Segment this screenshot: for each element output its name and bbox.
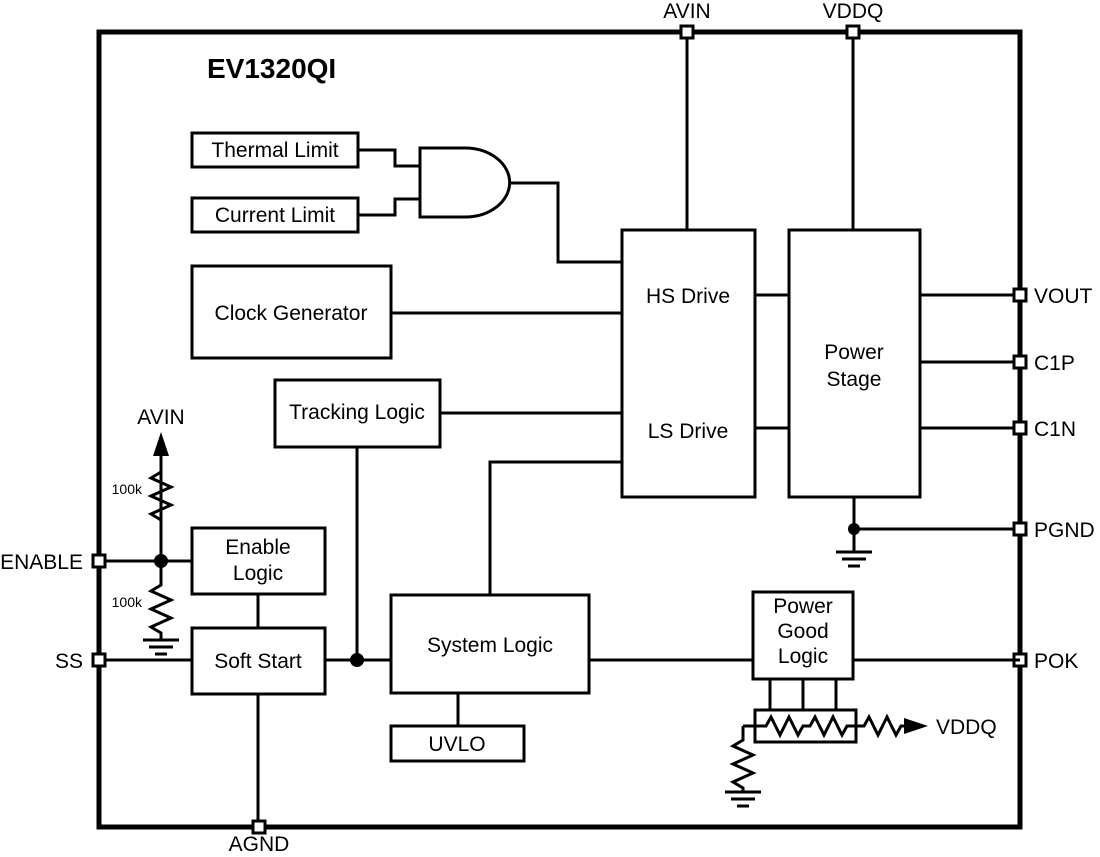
- resistor-ladder-ground: [729, 736, 757, 792]
- wire-thermal-to-and: [358, 148, 420, 168]
- pin-label-enable: ENABLE: [0, 551, 83, 574]
- wire-current-to-and: [358, 197, 420, 217]
- pin-square-enable[interactable]: [91, 553, 107, 569]
- pin-label-avin: AVIN: [663, 0, 710, 23]
- pin-label-vddq: VDDQ: [823, 0, 884, 23]
- block-label-ls-drive: LS Drive: [648, 420, 729, 443]
- internal-label-avin-rail: AVIN: [137, 406, 184, 429]
- block-label-system-logic: System Logic: [427, 634, 553, 657]
- block-diagram-canvas: EV1320QI AVIN VDDQ Thermal Limit Current…: [0, 0, 1100, 857]
- wire-systemlogic-to-lsdrive: [488, 460, 622, 595]
- block-label-tracking-logic: Tracking Logic: [289, 401, 425, 424]
- pin-label-pgnd: PGND: [1034, 519, 1095, 542]
- pin-square-vddq[interactable]: [845, 24, 861, 40]
- block-label-clock-generator: Clock Generator: [215, 302, 368, 325]
- diagram-svg: EV1320QI AVIN VDDQ Thermal Limit Current…: [0, 0, 1095, 856]
- pin-label-c1p: C1P: [1034, 352, 1075, 375]
- arrow-head-avin: [153, 432, 169, 456]
- pin-label-vout: VOUT: [1034, 285, 1093, 308]
- page-title: EV1320QI: [207, 53, 336, 84]
- internal-label-vddq-feedback: VDDQ: [936, 716, 997, 739]
- block-label-power-stage-line1: Power: [824, 341, 884, 364]
- and-gate: [418, 146, 512, 219]
- arrow-head-vddq-feedback: [904, 718, 928, 734]
- block-label-thermal-limit: Thermal Limit: [211, 139, 338, 162]
- block-label-enable-logic-line2: Logic: [233, 562, 283, 585]
- resistor-label-100k-bottom: 100k: [112, 594, 143, 610]
- block-label-uvlo: UVLO: [428, 733, 485, 756]
- junction-dot-enable: [154, 554, 168, 568]
- block-label-enable-logic-line1: Enable: [225, 536, 290, 559]
- pin-label-agnd: AGND: [229, 833, 290, 856]
- block-label-power-stage-line2: Stage: [827, 368, 882, 391]
- pin-label-c1n: C1N: [1034, 418, 1076, 441]
- pin-square-vout[interactable]: [1012, 287, 1028, 303]
- pin-square-pgnd[interactable]: [1012, 521, 1028, 537]
- resistor-ladder-3: [856, 713, 908, 739]
- pin-square-agnd[interactable]: [251, 819, 267, 835]
- pin-label-ss: SS: [55, 650, 83, 673]
- block-label-current-limit: Current Limit: [215, 204, 335, 227]
- block-label-power-good-line3: Logic: [778, 645, 828, 668]
- block-hs-ls-drive[interactable]: [620, 228, 757, 499]
- junction-dot-softstart: [350, 653, 364, 667]
- resistor-label-100k-top: 100k: [112, 481, 143, 497]
- pin-square-c1p[interactable]: [1012, 354, 1028, 370]
- resistor-100k-bottom: [147, 567, 175, 640]
- block-label-power-good-line2: Good: [777, 620, 828, 643]
- block-label-power-good-line1: Power: [773, 595, 833, 618]
- block-label-hs-drive: HS Drive: [646, 285, 730, 308]
- pin-label-pok: POK: [1034, 650, 1078, 673]
- pin-square-c1n[interactable]: [1012, 420, 1028, 436]
- wire-and-to-hsdrive: [509, 181, 622, 264]
- pin-square-ss[interactable]: [91, 652, 107, 668]
- pin-square-avin[interactable]: [679, 24, 695, 40]
- block-label-soft-start: Soft Start: [214, 650, 302, 673]
